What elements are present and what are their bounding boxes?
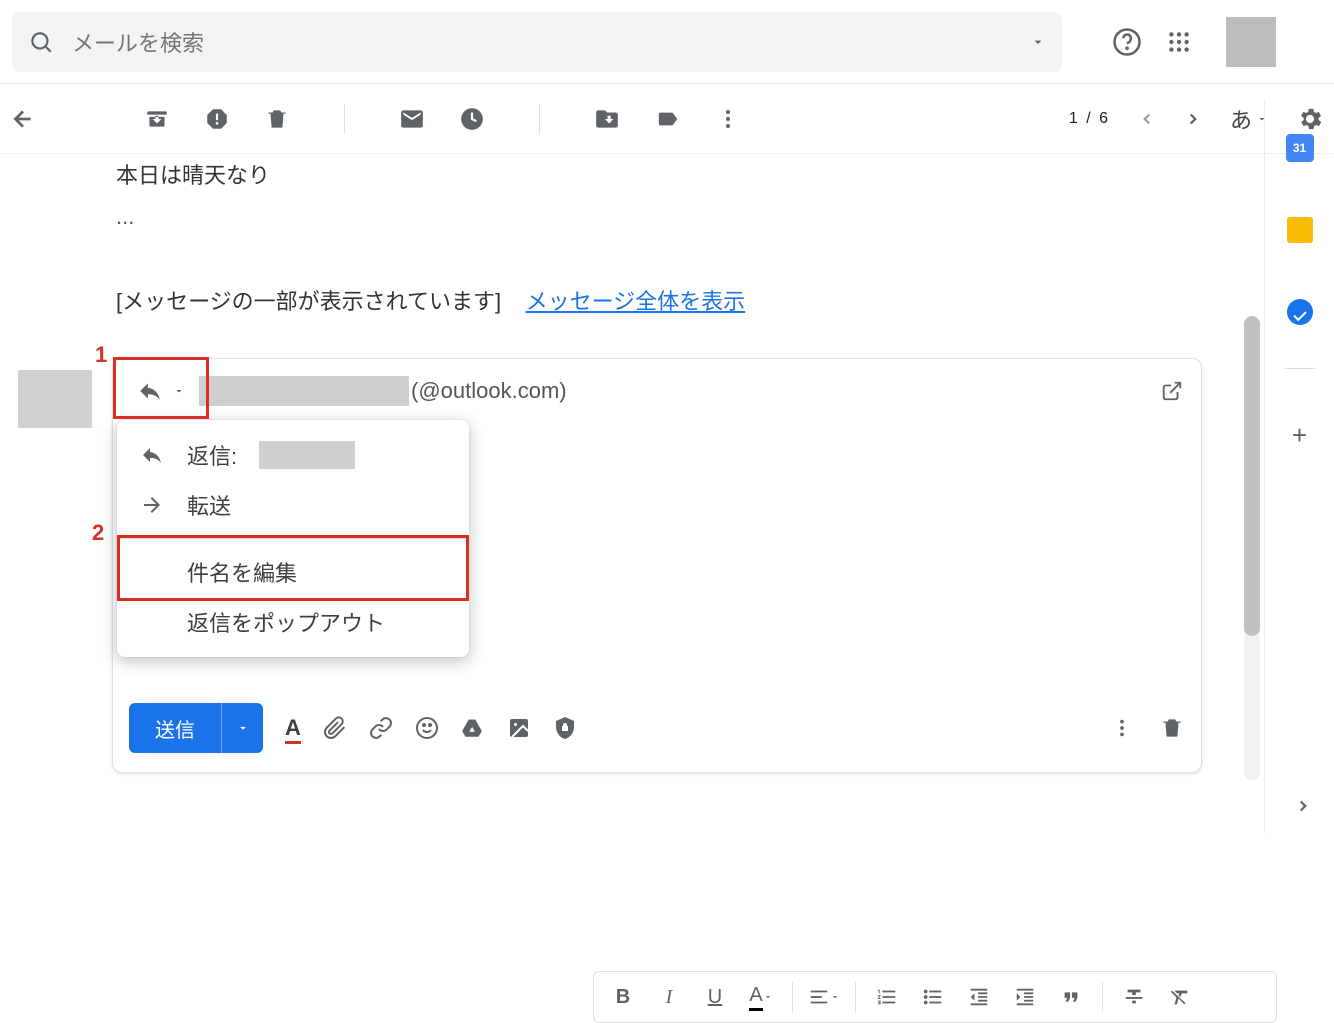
bold-button[interactable]: B [604, 978, 642, 1016]
side-panel-toggle-icon[interactable] [1294, 797, 1312, 815]
clipped-message-row: [メッセージの一部が表示されています] メッセージ全体を表示 [116, 284, 1334, 316]
header-right [1112, 17, 1276, 67]
format-toolbar: B I U A [593, 971, 1277, 1023]
scrollbar-thumb[interactable] [1244, 316, 1260, 636]
archive-icon[interactable] [144, 106, 170, 132]
mark-unread-icon[interactable] [399, 106, 425, 132]
numbered-list-button[interactable] [868, 978, 906, 1016]
clipped-notice: [メッセージの一部が表示されています] [116, 289, 501, 314]
tasks-addon-icon[interactable] [1284, 296, 1316, 328]
sender-avatar [18, 370, 92, 428]
insert-link-icon[interactable] [369, 716, 393, 740]
attach-file-icon[interactable] [323, 716, 347, 740]
more-icon[interactable] [716, 107, 740, 131]
view-entire-message-link[interactable]: メッセージ全体を表示 [526, 289, 746, 314]
confidential-mode-icon[interactable] [553, 716, 577, 740]
menu-popout-reply[interactable]: 返信をポップアウト [117, 597, 469, 647]
more-options-icon[interactable] [1111, 717, 1133, 739]
text-color-button[interactable]: A [742, 978, 780, 1016]
menu-edit-subject[interactable]: 件名を編集 [117, 547, 469, 597]
keep-addon-icon[interactable] [1284, 214, 1316, 246]
prev-page-icon[interactable] [1138, 110, 1156, 128]
menu-reply[interactable]: 返信: [117, 430, 469, 480]
menu-reply-label: 返信: [187, 439, 237, 471]
apps-grid-icon[interactable] [1166, 29, 1192, 55]
indent-less-button[interactable] [960, 978, 998, 1016]
menu-forward-label: 転送 [187, 489, 231, 521]
input-language-indicator[interactable]: あ [1230, 103, 1268, 135]
insert-drive-icon[interactable] [461, 716, 485, 740]
reply-header: (@outlook.com) [113, 359, 1201, 419]
search-options-icon[interactable] [1030, 34, 1046, 50]
strikethrough-button[interactable] [1115, 978, 1153, 1016]
calendar-addon-icon[interactable]: 31 [1284, 132, 1316, 164]
mail-ellipsis: ... [116, 204, 1334, 230]
page-counter: 1 / 6 [1069, 110, 1110, 128]
next-page-icon[interactable] [1184, 110, 1202, 128]
remove-formatting-button[interactable] [1161, 978, 1199, 1016]
header-bar: メールを検索 [0, 0, 1334, 84]
labels-icon[interactable] [654, 108, 682, 130]
account-avatar[interactable] [1226, 17, 1276, 67]
align-button[interactable] [805, 978, 843, 1016]
move-to-icon[interactable] [594, 106, 620, 132]
snooze-icon[interactable] [459, 106, 485, 132]
reply-dropdown-menu: 返信: 転送 件名を編集 返信をポップアウト [117, 420, 469, 657]
send-options-dropdown[interactable] [221, 703, 263, 753]
action-toolbar: 1 / 6 あ [0, 84, 1334, 154]
format-toggle-button[interactable]: A [285, 715, 301, 741]
reply-icon [139, 443, 165, 467]
popout-icon[interactable] [1161, 380, 1183, 402]
forward-icon [139, 493, 165, 517]
get-addons-icon[interactable]: + [1284, 419, 1316, 451]
bulleted-list-button[interactable] [914, 978, 952, 1016]
send-button[interactable]: 送信 [129, 703, 263, 753]
side-divider [1285, 368, 1315, 369]
search-placeholder: メールを検索 [72, 26, 1030, 58]
back-icon[interactable] [10, 106, 36, 132]
search-box[interactable]: メールを検索 [12, 12, 1062, 72]
help-icon[interactable] [1112, 27, 1142, 57]
recipient-redacted [199, 376, 409, 406]
italic-button[interactable]: I [650, 978, 688, 1016]
menu-reply-recipient-redacted [259, 441, 355, 469]
indent-more-button[interactable] [1006, 978, 1044, 1016]
insert-emoji-icon[interactable] [415, 716, 439, 740]
mail-text-line: 本日は晴天なり [116, 154, 1334, 190]
mail-body: 本日は晴天なり ... [メッセージの一部が表示されています] メッセージ全体を… [0, 154, 1334, 316]
annotation-label-2: 2 [92, 520, 104, 546]
menu-edit-subject-label: 件名を編集 [187, 556, 297, 588]
annotation-label-1: 1 [95, 342, 107, 368]
vertical-scrollbar[interactable] [1244, 316, 1260, 780]
side-panel: 31 + [1264, 100, 1334, 833]
insert-photo-icon[interactable] [507, 716, 531, 740]
menu-divider [117, 538, 469, 539]
menu-popout-reply-label: 返信をポップアウト [187, 606, 385, 638]
underline-button[interactable]: U [696, 978, 734, 1016]
quote-button[interactable] [1052, 978, 1090, 1016]
menu-forward[interactable]: 転送 [117, 480, 469, 530]
search-icon [28, 29, 54, 55]
report-spam-icon[interactable] [204, 106, 230, 132]
discard-draft-icon[interactable] [1159, 715, 1185, 741]
compose-bottom-row: 送信 A [129, 698, 1185, 758]
recipient-domain: (@outlook.com) [411, 378, 567, 404]
delete-icon[interactable] [264, 106, 290, 132]
reply-type-button[interactable] [127, 372, 195, 410]
